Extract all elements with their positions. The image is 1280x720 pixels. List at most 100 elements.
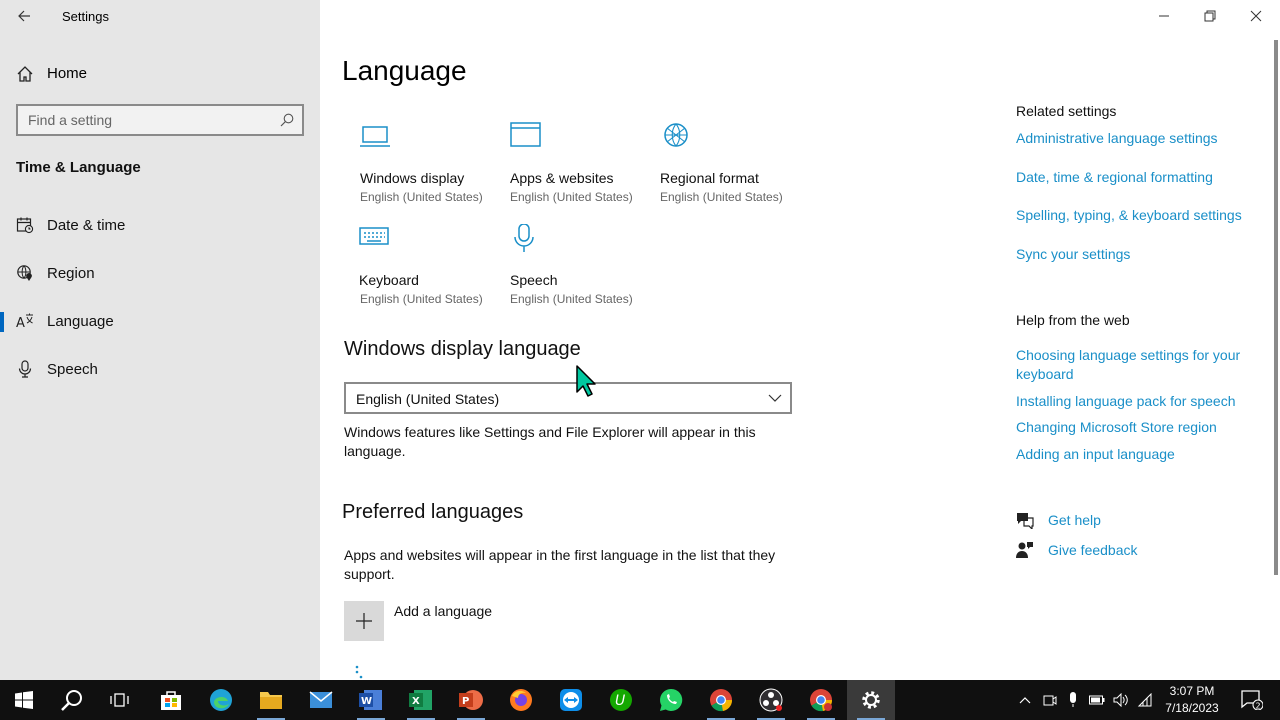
start-button[interactable] — [0, 680, 48, 720]
windows-logo-icon — [15, 691, 33, 709]
tile-subtitle: English (United States) — [510, 190, 633, 204]
taskbar-clock[interactable]: 3:07 PM 7/18/2023 — [1158, 683, 1226, 717]
give-feedback-link[interactable]: Give feedback — [1016, 541, 1216, 561]
sidebar-item-speech[interactable]: Speech — [0, 350, 320, 390]
chat-help-icon — [1017, 513, 1034, 529]
tile-title: Keyboard — [359, 272, 419, 288]
preferred-languages-heading: Preferred languages — [342, 501, 524, 523]
laptop-icon — [360, 126, 390, 147]
taskbar-edge[interactable] — [197, 680, 245, 720]
svg-text:W: W — [361, 696, 372, 707]
tray-volume[interactable] — [1110, 680, 1132, 720]
taskbar-mail[interactable] — [297, 680, 345, 720]
taskbar-word[interactable]: W — [347, 680, 395, 720]
tile-keyboard[interactable]: Keyboard English (United States) — [359, 224, 499, 314]
display-language-dropdown[interactable]: English (United States) — [344, 382, 792, 414]
link-installing-language-pack[interactable]: Installing language pack for speech — [1016, 392, 1256, 411]
tile-title: Speech — [510, 272, 558, 288]
help-heading: Help from the web — [1016, 312, 1130, 328]
sidebar-item-language[interactable]: A Language — [0, 302, 320, 342]
tile-windows-display[interactable]: Windows display English (United States) — [360, 122, 500, 212]
calendar-clock-icon — [16, 217, 34, 234]
taskbar-teamviewer[interactable] — [547, 680, 595, 720]
globe-pin-icon — [17, 265, 32, 281]
language-icon: A — [16, 313, 33, 330]
link-date-time-regional[interactable]: Date, time & regional formatting — [1016, 168, 1256, 187]
page-title: Language — [342, 55, 467, 86]
taskbar-chrome-profile[interactable] — [797, 680, 845, 720]
store-icon — [161, 691, 181, 710]
sidebar-item-label: Speech — [47, 361, 98, 378]
close-button[interactable] — [1233, 0, 1279, 32]
show-hidden-icons-button[interactable] — [1014, 680, 1036, 720]
related-settings-heading: Related settings — [1016, 103, 1117, 119]
wifi-icon — [1137, 693, 1152, 707]
tray-meet-now[interactable] — [1039, 680, 1061, 720]
globe-icon — [664, 123, 688, 147]
scrollbar[interactable] — [1274, 40, 1278, 575]
mouse-cursor-icon — [576, 365, 596, 397]
svg-text:U: U — [615, 693, 625, 709]
link-adding-input-language[interactable]: Adding an input language — [1016, 445, 1256, 464]
tray-microphone[interactable] — [1062, 680, 1084, 720]
taskbar-chrome[interactable] — [697, 680, 745, 720]
clock-date: 7/18/2023 — [1165, 701, 1219, 715]
taskbar-store[interactable] — [147, 680, 195, 720]
nav-home[interactable]: Home — [0, 56, 320, 92]
tile-speech[interactable]: Speech English (United States) — [510, 224, 650, 314]
restore-button[interactable] — [1187, 0, 1233, 32]
browser-window-icon — [510, 122, 541, 147]
notification-icon: 2 — [1241, 690, 1263, 710]
navigation-pane: Settings Home Find a setting Time & Lang… — [0, 0, 320, 680]
minimize-button[interactable] — [1141, 0, 1187, 32]
restore-icon — [1204, 10, 1216, 22]
sidebar-item-date-time[interactable]: Date & time — [0, 206, 320, 246]
taskbar-whatsapp[interactable] — [647, 680, 695, 720]
task-view-button[interactable] — [96, 680, 144, 720]
get-help-link[interactable]: Get help — [1016, 511, 1216, 531]
give-feedback-label: Give feedback — [1048, 542, 1138, 558]
battery-icon — [1089, 695, 1105, 705]
link-admin-language-settings[interactable]: Administrative language settings — [1016, 129, 1256, 148]
back-button[interactable] — [8, 0, 40, 32]
search-button[interactable] — [48, 680, 96, 720]
svg-text:A: A — [16, 316, 25, 330]
keyboard-icon — [359, 227, 389, 245]
chevron-up-icon — [1019, 697, 1031, 704]
firefox-icon — [510, 689, 532, 711]
taskbar-firefox[interactable] — [497, 680, 545, 720]
tile-title: Apps & websites — [510, 170, 614, 186]
tile-apps-websites[interactable]: Apps & websites English (United States) — [510, 122, 650, 212]
word-icon: W — [359, 690, 382, 710]
tray-battery[interactable] — [1086, 680, 1108, 720]
link-changing-store-region[interactable]: Changing Microsoft Store region — [1016, 418, 1256, 437]
add-language-button[interactable]: Add a language — [344, 601, 644, 641]
display-language-description: Windows features like Settings and File … — [344, 424, 756, 459]
microphone-icon — [18, 360, 32, 378]
tile-subtitle: English (United States) — [360, 292, 483, 306]
tile-subtitle: English (United States) — [360, 190, 483, 204]
taskbar-powerpoint[interactable]: P — [447, 680, 495, 720]
taskbar-file-explorer[interactable] — [247, 680, 295, 720]
clock-time: 3:07 PM — [1169, 684, 1215, 698]
taskbar-settings[interactable] — [847, 680, 895, 720]
link-sync-settings[interactable]: Sync your settings — [1016, 245, 1256, 264]
action-center-button[interactable]: 2 — [1232, 680, 1272, 720]
link-spelling-typing-keyboard[interactable]: Spelling, typing, & keyboard settings — [1016, 206, 1266, 225]
tile-regional-format[interactable]: Regional format English (United States) — [660, 122, 800, 212]
taskbar-obs[interactable] — [747, 680, 795, 720]
search-icon — [280, 113, 294, 127]
taskbar-upwork[interactable]: U — [597, 680, 645, 720]
obs-icon — [759, 688, 783, 712]
back-arrow-icon — [18, 10, 30, 22]
search-input[interactable]: Find a setting — [16, 104, 304, 136]
microphone-icon — [1070, 692, 1076, 707]
taskbar: W X P U 3:07 PM 7/18/2023 2 — [0, 680, 1280, 720]
selection-indicator — [0, 312, 4, 332]
taskbar-excel[interactable]: X — [397, 680, 445, 720]
link-choosing-language-keyboard[interactable]: Choosing language settings for your keyb… — [1016, 346, 1256, 384]
tray-network[interactable] — [1134, 680, 1156, 720]
task-view-icon — [110, 693, 129, 707]
sidebar-item-region[interactable]: Region — [0, 254, 320, 294]
app-title: Settings — [62, 9, 109, 24]
